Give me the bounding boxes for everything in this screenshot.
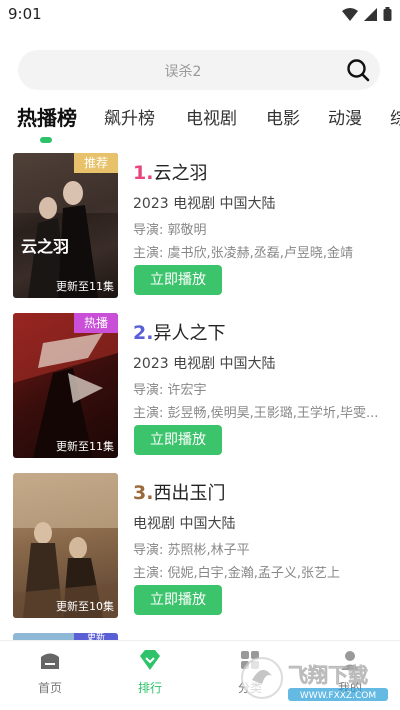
category-tabs: 热播榜 飙升榜 电视剧 电影 动漫 综	[0, 104, 400, 148]
signal-icon	[364, 7, 377, 21]
status-badge: 推荐	[74, 153, 118, 173]
rank-number: 2.	[133, 322, 154, 344]
poster-image[interactable]: 更新至10集	[13, 473, 118, 618]
tab-variety[interactable]: 综	[390, 104, 400, 129]
episode-count: 更新至10集	[56, 600, 114, 613]
nav-rank[interactable]: 排行	[120, 649, 180, 696]
status-bar: 9:01	[0, 0, 400, 30]
poster-title-text: 云之羽	[21, 237, 70, 256]
home-icon	[41, 653, 59, 669]
search-input[interactable]: 误杀2	[18, 61, 348, 81]
nav-label: 首页	[37, 681, 62, 695]
item-meta: 电视剧 中国大陆	[133, 516, 236, 532]
item-title[interactable]: 1.云之羽	[133, 159, 207, 185]
item-meta: 2023 电视剧 中国大陆	[133, 196, 276, 212]
status-icons	[342, 7, 392, 21]
status-time: 9:01	[8, 5, 42, 23]
poster-image[interactable]: 推荐 云之羽 更新至11集	[13, 153, 118, 298]
item-cast: 主演: 虞书欣,张凌赫,丞磊,卢昱晓,金靖	[133, 246, 354, 261]
play-button[interactable]: 立即播放	[134, 585, 222, 615]
svg-text:飞翔下载: 飞翔下载	[288, 663, 368, 687]
item-meta: 2023 电视剧 中国大陆	[133, 356, 276, 372]
search-bar[interactable]: 误杀2	[18, 50, 380, 90]
episode-count: 更新至11集	[56, 440, 114, 453]
item-director: 导演: 郭敬明	[133, 223, 207, 238]
tab-anime[interactable]: 动漫	[328, 104, 362, 129]
list-item[interactable]: 推荐 云之羽 更新至11集 1.云之羽 2023 电视剧 中国大陆 导演: 郭敬…	[13, 153, 400, 301]
item-director: 导演: 许宏宇	[133, 383, 207, 398]
rank-diamond-icon	[140, 650, 160, 670]
tab-indicator	[40, 137, 52, 143]
title-text: 异人之下	[153, 323, 226, 344]
tab-hot[interactable]: 热播榜	[17, 104, 77, 131]
wifi-icon	[342, 7, 358, 21]
item-title[interactable]: 3.西出玉门	[133, 479, 225, 505]
battery-icon	[383, 7, 392, 21]
poster-image[interactable]: 热播 更新至11集	[13, 313, 118, 458]
item-director: 导演: 苏照彬,林子平	[133, 543, 250, 558]
svg-text:WWW.FXXZ.COM: WWW.FXXZ.COM	[300, 691, 376, 701]
status-badge: 热播	[74, 313, 118, 333]
tab-tv[interactable]: 电视剧	[186, 104, 237, 129]
list-item[interactable]: 热播 更新至11集 2.异人之下 2023 电视剧 中国大陆 导演: 许宏宇 主…	[13, 313, 400, 461]
tab-rising[interactable]: 飙升榜	[104, 104, 155, 129]
search-icon[interactable]	[346, 58, 370, 82]
title-text: 云之羽	[153, 163, 208, 184]
play-button[interactable]: 立即播放	[134, 425, 222, 455]
item-cast: 主演: 彭昱畅,侯明昊,王影璐,王学圻,毕雯...	[133, 406, 379, 421]
item-title[interactable]: 2.异人之下	[133, 319, 225, 345]
item-cast: 主演: 倪妮,白宇,金瀚,孟子义,张艺上	[133, 566, 341, 581]
play-button[interactable]: 立即播放	[134, 265, 222, 295]
watermark-logo: 飞翔下载 WWW.FXXZ.COM	[241, 657, 388, 701]
episode-count: 更新至11集	[56, 280, 114, 293]
nav-home[interactable]: 首页	[20, 649, 80, 696]
tab-movie[interactable]: 电影	[266, 104, 300, 129]
list-item[interactable]: 更新至10集 3.西出玉门 电视剧 中国大陆 导演: 苏照彬,林子平 主演: 倪…	[13, 473, 400, 621]
nav-label: 排行	[137, 681, 162, 695]
title-text: 西出玉门	[153, 483, 226, 504]
rank-number: 1.	[133, 162, 154, 184]
rank-number: 3.	[133, 482, 154, 504]
